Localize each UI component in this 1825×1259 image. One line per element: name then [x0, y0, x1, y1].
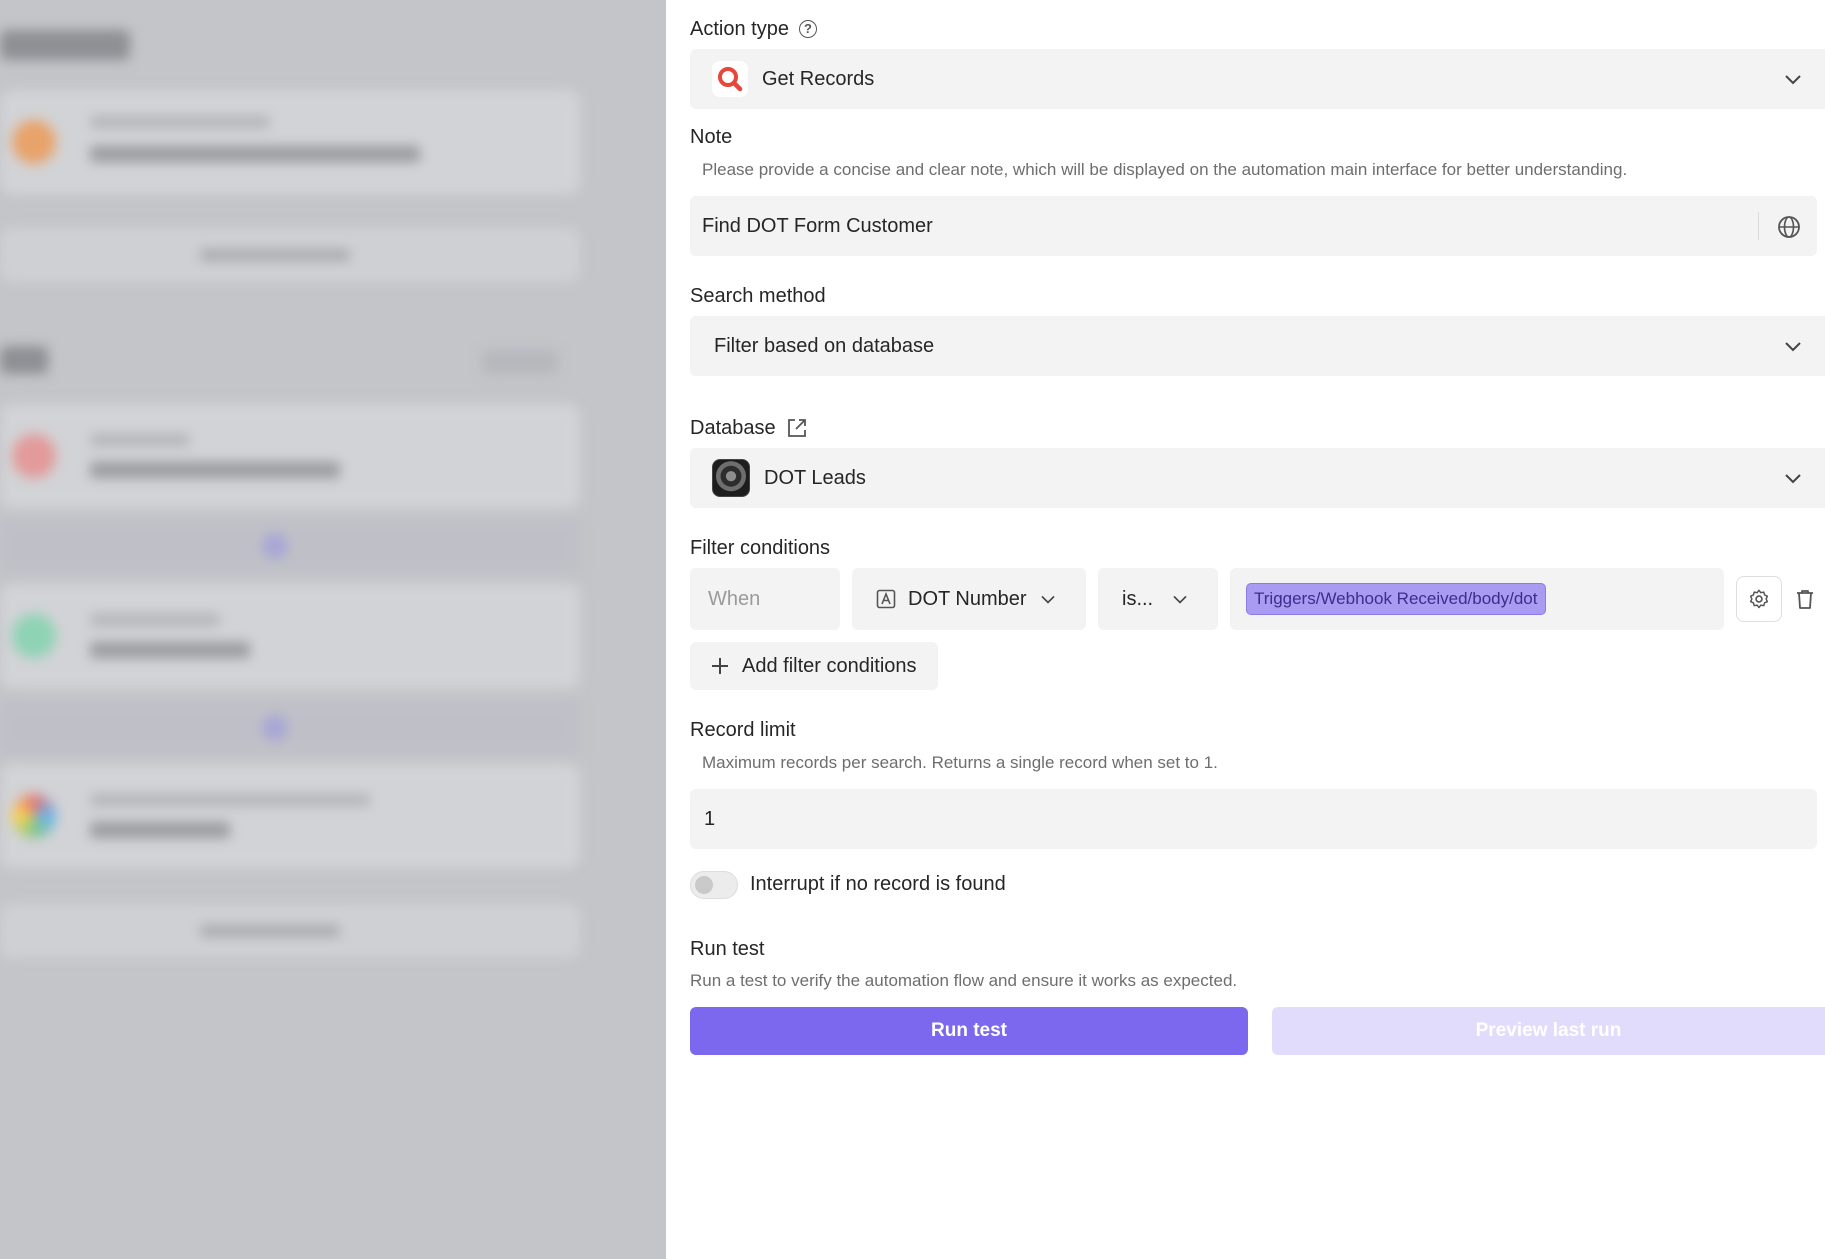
filter-when: When: [690, 568, 840, 630]
run-test-button[interactable]: Run test: [690, 1007, 1248, 1055]
note-value: Find DOT Form Customer: [702, 214, 933, 237]
run-test-label: Run test: [690, 938, 765, 960]
text-field-icon: [876, 589, 896, 609]
interrupt-label: Interrupt if no record is found: [750, 873, 1006, 895]
globe-icon[interactable]: [1777, 215, 1801, 239]
filter-operator-value: is...: [1122, 587, 1154, 610]
chevron-down-icon: [1785, 75, 1801, 85]
divider: [1758, 212, 1759, 240]
blurred-action-card: [0, 764, 580, 868]
note-hint: Please provide a concise and clear note,…: [702, 160, 1628, 179]
run-test-hint: Run a test to verify the automation flow…: [690, 971, 1238, 990]
note-input[interactable]: Find DOT Form Customer: [690, 196, 1817, 256]
blurred-add-trigger: [0, 228, 580, 282]
blurred-action-card: [0, 404, 580, 508]
filter-settings-button[interactable]: [1736, 576, 1782, 622]
action-type-value: Get Records: [762, 67, 875, 90]
blurred-automation-canvas: [0, 0, 666, 1259]
interrupt-toggle[interactable]: [690, 871, 738, 899]
filter-field-value: DOT Number: [908, 587, 1027, 610]
record-limit-hint: Maximum records per search. Returns a si…: [702, 753, 1218, 772]
action-type-select[interactable]: Get Records: [690, 49, 1825, 109]
search-method-label: Search method: [690, 285, 826, 307]
blurred-trigger-card: [0, 90, 580, 194]
blurred-heading: [0, 346, 48, 374]
toggle-knob: [695, 876, 713, 894]
blurred-action-card: [0, 584, 580, 688]
chevron-down-icon: [1173, 595, 1187, 604]
database-select[interactable]: DOT Leads: [690, 448, 1825, 508]
action-type-label: Action type ?: [690, 17, 817, 41]
blurred-add-action: [0, 904, 580, 958]
action-config-panel: Action type ? Get Records Note Please pr…: [666, 0, 1825, 1259]
preview-last-run-button[interactable]: Preview last run: [1272, 1007, 1825, 1055]
chevron-down-icon: [1785, 474, 1801, 484]
filter-field-select[interactable]: DOT Number: [852, 568, 1086, 630]
database-label: Database: [690, 416, 808, 440]
variable-token[interactable]: Triggers/Webhook Received/body/dot: [1246, 583, 1546, 615]
blurred-heading: [0, 30, 130, 60]
search-method-select[interactable]: Filter based on database: [690, 316, 1825, 376]
database-value: DOT Leads: [764, 466, 866, 489]
plus-icon: [712, 658, 728, 674]
database-avatar: [712, 459, 750, 497]
search-icon: [712, 61, 748, 97]
trash-icon[interactable]: [1794, 588, 1816, 610]
filter-operator-select[interactable]: is...: [1098, 568, 1218, 630]
record-limit-label: Record limit: [690, 719, 796, 741]
record-limit-value: 1: [704, 807, 716, 830]
filter-conditions-label: Filter conditions: [690, 537, 831, 559]
external-link-icon[interactable]: [786, 417, 808, 439]
record-limit-input[interactable]: 1: [690, 789, 1817, 849]
help-icon[interactable]: ?: [798, 20, 817, 38]
filter-value-input[interactable]: Triggers/Webhook Received/body/dot: [1230, 568, 1724, 630]
gear-icon: [1749, 589, 1769, 609]
search-method-value: Filter based on database: [714, 334, 935, 357]
note-label: Note: [690, 126, 733, 148]
chevron-down-icon: [1785, 342, 1801, 352]
chevron-down-icon: [1040, 595, 1055, 604]
add-filter-conditions-button[interactable]: Add filter conditions: [690, 642, 938, 690]
